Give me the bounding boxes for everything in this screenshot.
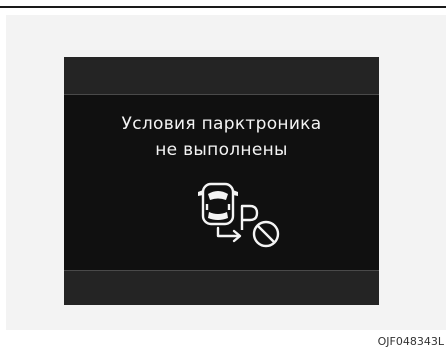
parking-p-icon [240,204,259,230]
figure-code: OJF048343L [377,335,444,348]
parking-assist-unavailable-icon [198,182,280,248]
display-message-area: Условия парктроника не выполнены [64,95,379,271]
message-line-1: Условия парктроника [121,114,322,134]
top-divider [0,6,446,8]
display-top-band [64,57,379,95]
figure: Условия парктроника не выполнены OJF0483… [0,0,446,350]
car-top-view-icon [198,182,238,226]
prohibited-icon [252,220,280,248]
cluster-display: Условия парктроника не выполнены [64,57,379,305]
display-bottom-band [64,271,379,305]
arrow-right-icon [216,226,242,243]
message-line-2: не выполнены [155,140,288,160]
